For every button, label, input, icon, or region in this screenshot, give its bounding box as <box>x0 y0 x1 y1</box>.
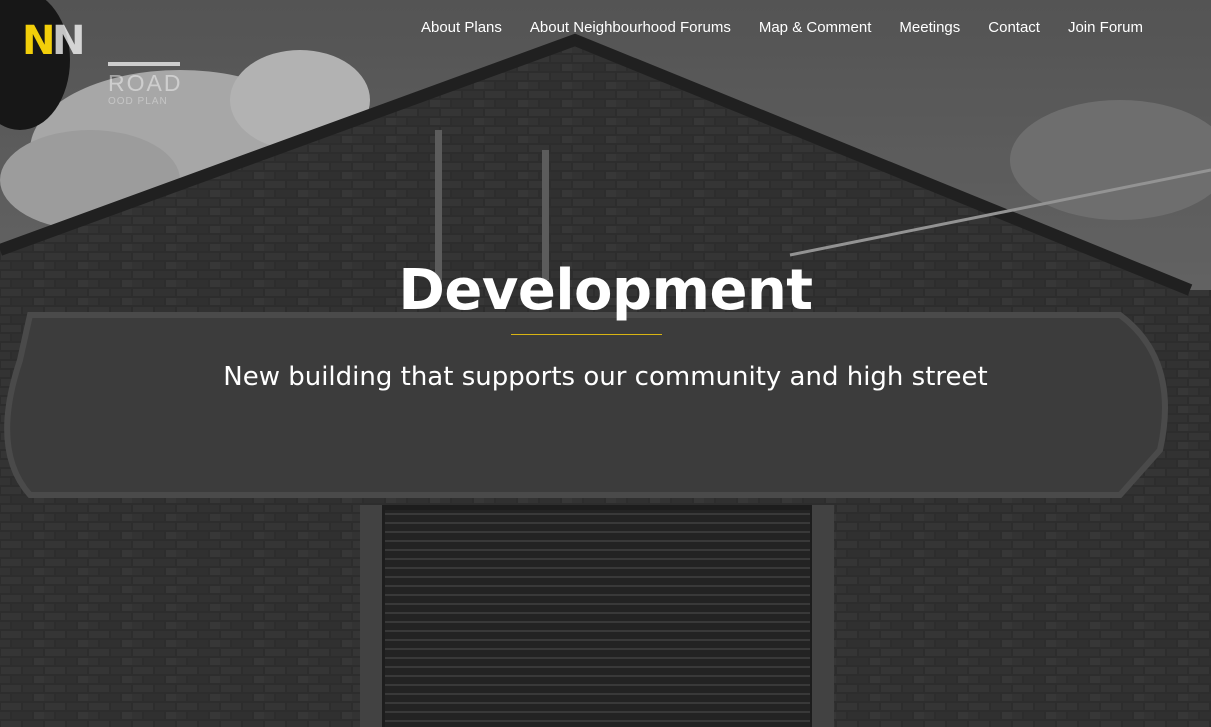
logo-wordmark: N <box>52 18 88 64</box>
hero-title: Development <box>398 258 813 323</box>
nav-about-neighbourhood-forums[interactable]: About Neighbourhood Forums <box>530 18 731 38</box>
logo-bar <box>108 62 180 66</box>
nav-about-plans[interactable]: About Plans <box>421 18 502 38</box>
nav-map-comment[interactable]: Map & Comment <box>759 18 872 38</box>
logo-letter: N <box>22 18 56 64</box>
main-navigation: About Plans About Neighbourhood Forums M… <box>393 18 1143 38</box>
title-divider <box>511 334 662 335</box>
hero-subtitle: New building that supports our community… <box>223 362 988 392</box>
site-logo[interactable]: N N ROAD OOD PLAN <box>22 18 183 122</box>
nav-meetings[interactable]: Meetings <box>899 18 960 38</box>
logo-road-text: ROAD <box>108 70 183 96</box>
nav-contact[interactable]: Contact <box>988 18 1040 38</box>
logo-plan-text: OOD PLAN <box>108 96 168 107</box>
nav-join-forum[interactable]: Join Forum <box>1068 18 1143 38</box>
